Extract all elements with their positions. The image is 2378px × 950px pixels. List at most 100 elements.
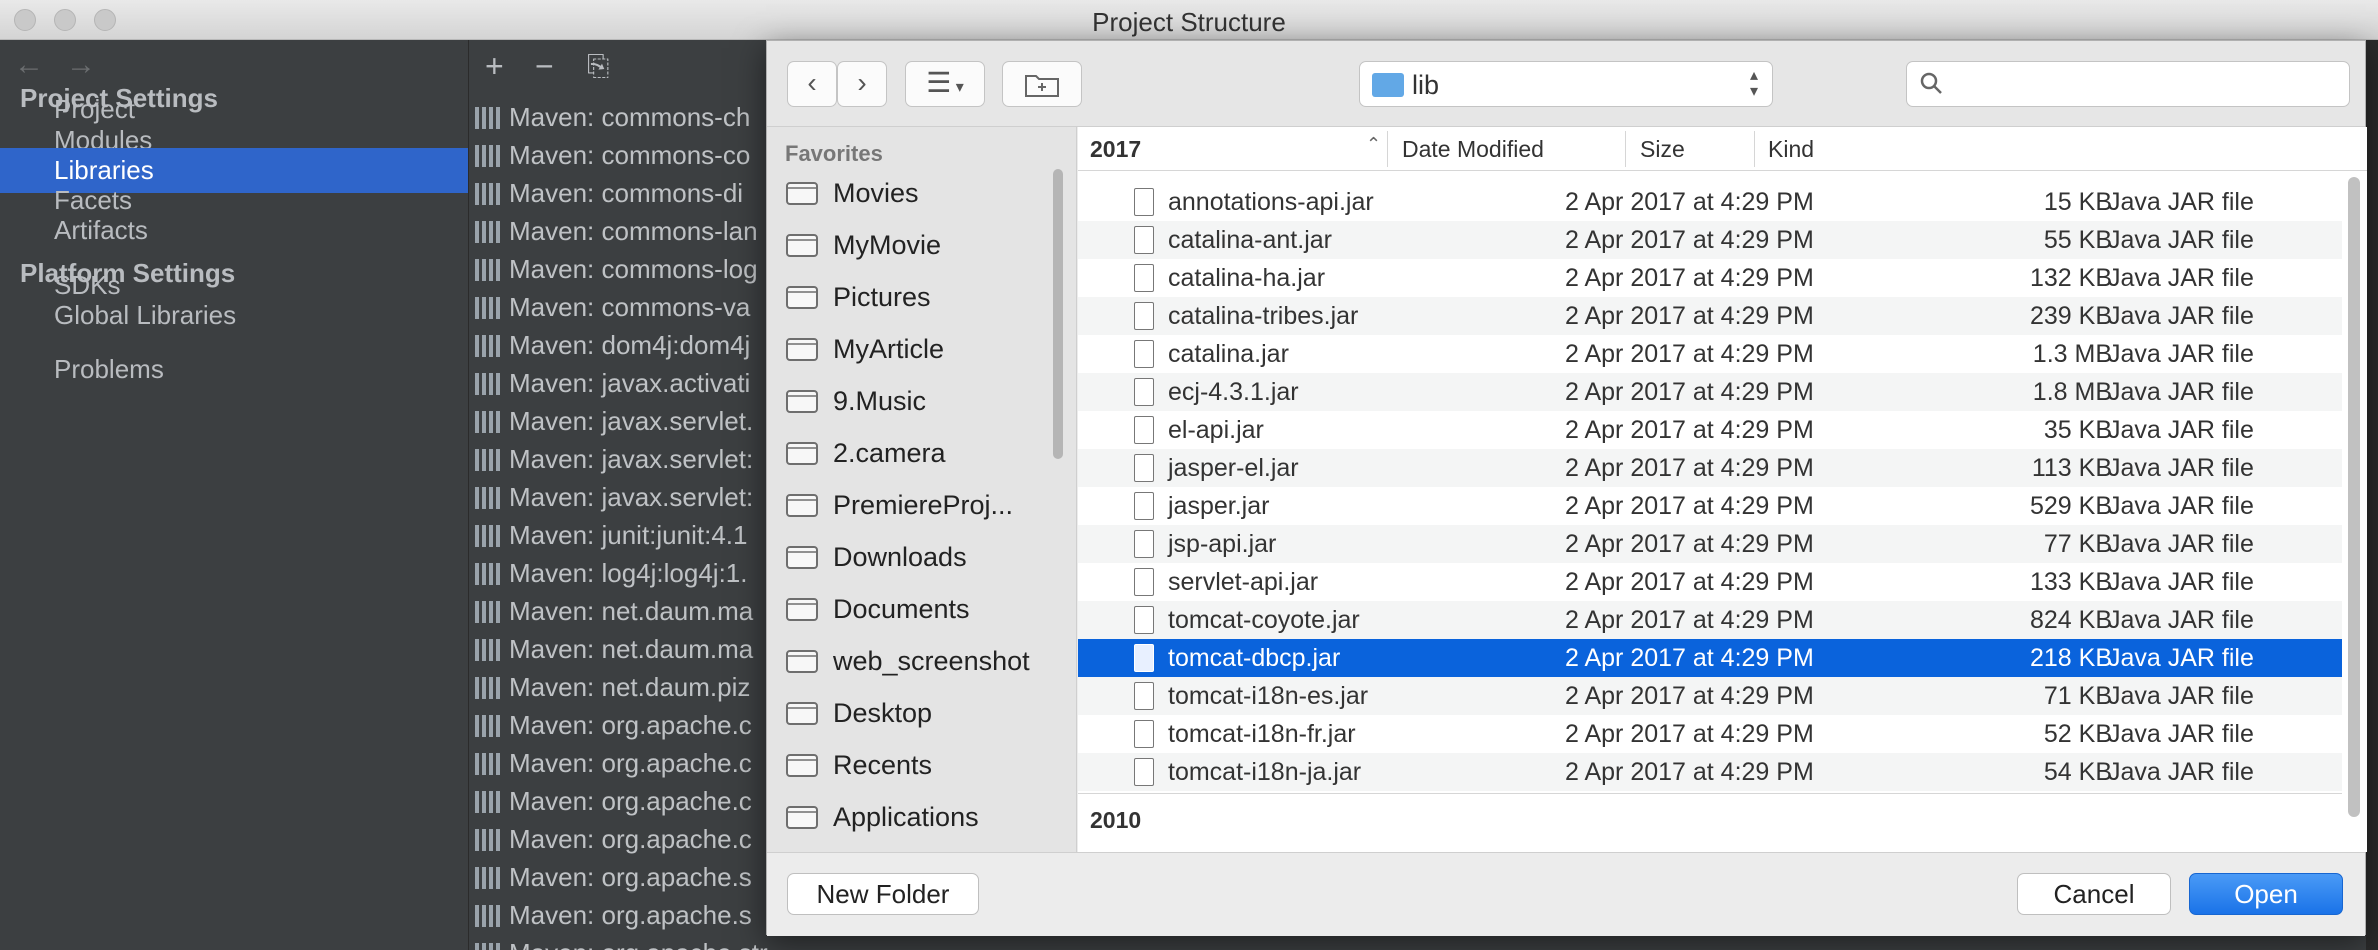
library-row[interactable]: Maven: org.apache.s: [475, 900, 768, 938]
library-row[interactable]: Maven: org.apache.c: [475, 710, 768, 748]
library-label: Maven: javax.servlet.: [509, 406, 754, 436]
sidebar-item-downloads[interactable]: Downloads: [785, 539, 1055, 579]
file-row[interactable]: servlet-api.jar 2 Apr 2017 at 4:29 PM 133 …: [1078, 563, 2342, 601]
view-mode-button[interactable]: ☰ ▾: [905, 61, 985, 107]
library-row[interactable]: Maven: org.apache.c: [475, 786, 768, 824]
forward-button[interactable]: ›: [837, 61, 887, 107]
sidebar-item-2-camera[interactable]: 2.camera: [785, 435, 1055, 475]
library-row[interactable]: Maven: org.apache.c: [475, 824, 768, 862]
file-row[interactable]: catalina-ant.jar 2 Apr 2017 at 4:29 PM 55 …: [1078, 221, 2342, 259]
column-name-header[interactable]: 2017: [1090, 136, 1141, 163]
file-kind: Java JAR file: [2108, 416, 2254, 444]
file-row[interactable]: annotations-api.jar 2 Apr 2017 at 4:29 PM…: [1078, 183, 2342, 221]
sidebar-item-9-music[interactable]: 9.Music: [785, 383, 1055, 423]
file-name: catalina-ha.jar: [1168, 264, 1326, 292]
column-divider[interactable]: [1625, 131, 1626, 167]
column-kind-header[interactable]: Kind: [1768, 136, 1814, 163]
cancel-button[interactable]: Cancel: [2017, 873, 2171, 915]
file-row[interactable]: catalina.jar 2 Apr 2017 at 4:29 PM 1.3 MB J…: [1078, 335, 2342, 373]
new-folder-button[interactable]: New Folder: [787, 873, 979, 915]
library-row[interactable]: Maven: net.daum.ma: [475, 634, 768, 672]
library-row[interactable]: Maven: org.apache.struts:struts-tiles:1.…: [475, 938, 768, 950]
jar-file-icon: [1134, 720, 1154, 748]
copy-library-icon[interactable]: ⎘: [587, 50, 609, 83]
search-icon: [1920, 72, 1942, 94]
library-row[interactable]: Maven: net.daum.ma: [475, 596, 768, 634]
column-divider[interactable]: [1387, 131, 1388, 167]
library-row[interactable]: Maven: javax.servlet:: [475, 444, 768, 482]
sidebar-item-myarticle[interactable]: MyArticle: [785, 331, 1055, 371]
open-button[interactable]: Open: [2189, 873, 2343, 915]
sidebar-item-applications[interactable]: Applications: [785, 799, 1055, 839]
library-row[interactable]: Maven: commons-lan: [475, 216, 768, 254]
nav-item-problems[interactable]: Problems: [0, 347, 468, 392]
path-popup[interactable]: lib ▴ ▾: [1359, 61, 1773, 107]
libraries-list-panel: + − ⎘ Maven: commons-ch Maven: commons-co…: [468, 40, 768, 950]
file-row[interactable]: tomcat-i18n-ja.jar 2 Apr 2017 at 4:29 PM 5…: [1078, 753, 2342, 791]
nav-item-artifacts[interactable]: Artifacts: [0, 208, 468, 253]
file-row[interactable]: tomcat-i18n-es.jar 2 Apr 2017 at 4:29 PM 7…: [1078, 677, 2342, 715]
file-row[interactable]: tomcat-dbcp.jar 2 Apr 2017 at 4:29 PM 218 …: [1078, 639, 2342, 677]
file-row[interactable]: jasper.jar 2 Apr 2017 at 4:29 PM 529 KB Jav…: [1078, 487, 2342, 525]
search-input[interactable]: [1953, 68, 2333, 100]
library-row[interactable]: Maven: javax.servlet.: [475, 406, 768, 444]
new-folder-toolbar-button[interactable]: [1002, 61, 1082, 107]
back-button[interactable]: ‹: [787, 61, 837, 107]
nav-item-global-libraries[interactable]: Global Libraries: [0, 293, 468, 338]
file-list-scrollbar[interactable]: [2348, 177, 2360, 817]
sidebar-item-recents[interactable]: Recents: [785, 747, 1055, 787]
library-label: Maven: log4j:log4j:1.: [509, 558, 748, 588]
sort-ascending-icon: ⌃: [1366, 134, 1382, 154]
folder-icon: [785, 439, 819, 467]
sidebar-item-mymovie[interactable]: MyMovie: [785, 227, 1055, 267]
add-library-icon[interactable]: +: [485, 48, 504, 85]
file-row[interactable]: catalina-tribes.jar 2 Apr 2017 at 4:29 PM…: [1078, 297, 2342, 335]
column-size-header[interactable]: Size: [1640, 136, 1685, 163]
sidebar-item-premiereproj[interactable]: PremiereProj...: [785, 487, 1055, 527]
library-row[interactable]: Maven: commons-di: [475, 178, 768, 216]
library-row[interactable]: Maven: dom4j:dom4j: [475, 330, 768, 368]
library-row[interactable]: Maven: org.apache.s: [475, 862, 768, 900]
library-label: Maven: javax.servlet:: [509, 444, 754, 474]
library-row[interactable]: Maven: commons-ch: [475, 102, 768, 140]
column-date-header[interactable]: Date Modified: [1402, 136, 1544, 163]
library-row[interactable]: Maven: commons-va: [475, 292, 768, 330]
file-row[interactable]: jasper-el.jar 2 Apr 2017 at 4:29 PM 113 KB…: [1078, 449, 2342, 487]
file-row[interactable]: ecj-4.3.1.jar 2 Apr 2017 at 4:29 PM 1.8 MB…: [1078, 373, 2342, 411]
sidebar-item-movies[interactable]: Movies: [785, 175, 1055, 215]
library-row[interactable]: Maven: junit:junit:4.1: [475, 520, 768, 558]
forward-arrow-icon[interactable]: →: [66, 48, 96, 82]
file-size: 54 KB: [2043, 758, 2112, 786]
file-row[interactable]: catalina-ha.jar 2 Apr 2017 at 4:29 PM 132 …: [1078, 259, 2342, 297]
library-row[interactable]: Maven: commons-co: [475, 140, 768, 178]
screen: Project Structure ← → Project Settings Pr…: [0, 0, 2378, 950]
library-row[interactable]: Maven: commons-log: [475, 254, 768, 292]
file-date: 2 Apr 2017 at 4:29 PM: [1565, 454, 1814, 482]
file-row[interactable]: tomcat-coyote.jar 2 Apr 2017 at 4:29 PM 82…: [1078, 601, 2342, 639]
remove-library-icon[interactable]: −: [535, 48, 554, 85]
file-row[interactable]: tomcat-i18n-fr.jar 2 Apr 2017 at 4:29 PM 5…: [1078, 715, 2342, 753]
file-row[interactable]: el-api.jar 2 Apr 2017 at 4:29 PM 35 KB Java…: [1078, 411, 2342, 449]
file-date: 2 Apr 2017 at 4:29 PM: [1565, 530, 1814, 558]
library-row[interactable]: Maven: javax.servlet:: [475, 482, 768, 520]
sidebar-item-documents[interactable]: Documents: [785, 591, 1055, 631]
library-label: Maven: junit:junit:4.1: [509, 520, 748, 550]
file-name: tomcat-coyote.jar: [1168, 606, 1360, 634]
file-list: 2017 ⌃ Date Modified Size Kind annotatio…: [1078, 127, 2367, 852]
sidebar-item-label: Movies: [833, 178, 919, 208]
column-divider[interactable]: [1754, 131, 1755, 167]
library-row[interactable]: Maven: org.apache.c: [475, 748, 768, 786]
file-date: 2 Apr 2017 at 4:29 PM: [1565, 416, 1814, 444]
sidebar-item-pictures[interactable]: Pictures: [785, 279, 1055, 319]
file-name: ecj-4.3.1.jar: [1168, 378, 1299, 406]
sidebar-item-desktop[interactable]: Desktop: [785, 695, 1055, 735]
back-arrow-icon[interactable]: ←: [14, 48, 44, 82]
library-label: Maven: javax.activati: [509, 368, 751, 398]
sidebar-item-web-screenshot[interactable]: web_screenshot: [785, 643, 1055, 683]
file-row[interactable]: jsp-api.jar 2 Apr 2017 at 4:29 PM 77 KB Jav…: [1078, 525, 2342, 563]
library-row[interactable]: Maven: javax.activati: [475, 368, 768, 406]
library-row[interactable]: Maven: log4j:log4j:1.: [475, 558, 768, 596]
library-row[interactable]: Maven: net.daum.piz: [475, 672, 768, 710]
search-field[interactable]: [1906, 61, 2350, 107]
library-label: Maven: commons-log: [509, 254, 758, 284]
